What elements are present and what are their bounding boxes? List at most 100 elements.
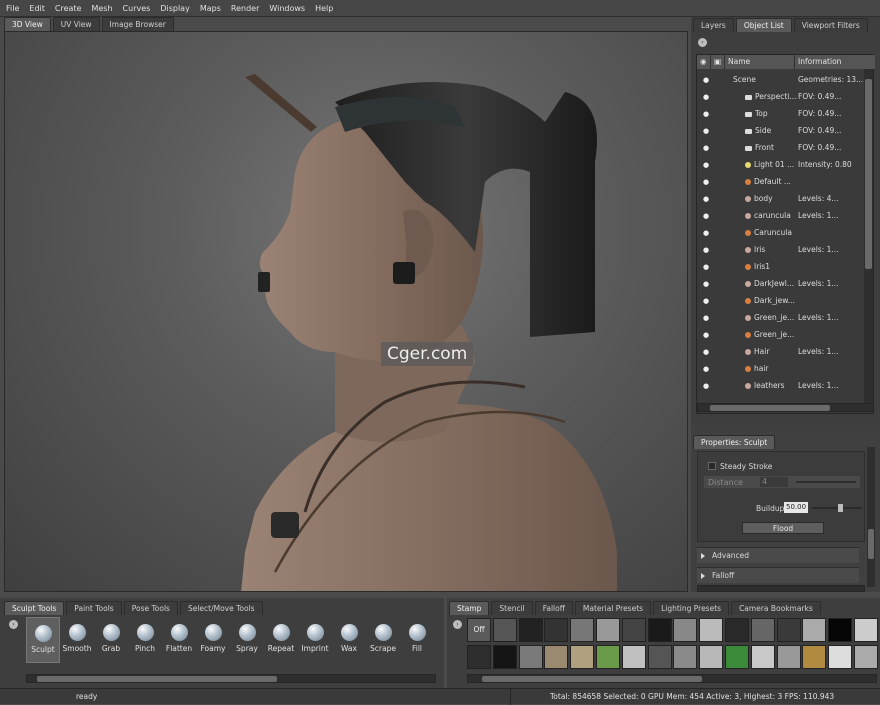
visibility-icon[interactable]: ●: [703, 178, 711, 186]
menu-render[interactable]: Render: [231, 4, 259, 13]
tools-hscrollbar[interactable]: [26, 674, 436, 683]
stamp-swatch[interactable]: [518, 618, 543, 642]
tab-material-presets[interactable]: Material Presets: [574, 601, 652, 615]
visibility-icon[interactable]: ●: [703, 348, 711, 356]
visibility-icon[interactable]: ●: [703, 144, 711, 152]
tool-foamy[interactable]: Foamy: [196, 617, 230, 663]
visibility-icon[interactable]: ●: [703, 297, 711, 305]
visibility-icon[interactable]: ●: [703, 331, 711, 339]
steady-stroke-checkbox[interactable]: [708, 462, 716, 470]
tab-stamp[interactable]: Stamp: [449, 601, 490, 615]
tab-falloff[interactable]: Falloff: [534, 601, 573, 615]
tool-wax[interactable]: Wax: [332, 617, 366, 663]
buildup-slider[interactable]: [812, 504, 862, 512]
object-list-row[interactable]: ● Front FOV: 0.49...: [697, 139, 863, 156]
tab-lighting-presets[interactable]: Lighting Presets: [653, 601, 730, 615]
properties-vscrollbar[interactable]: [867, 447, 875, 587]
tab-uv-view[interactable]: UV View: [52, 17, 100, 31]
tray-options-icon[interactable]: ›: [9, 620, 18, 629]
stamp-swatch[interactable]: [699, 618, 724, 642]
tab-sculpt-tools[interactable]: Sculpt Tools: [4, 601, 65, 615]
stamp-swatch[interactable]: [750, 618, 775, 642]
tab-select-move-tools[interactable]: Select/Move Tools: [179, 601, 263, 615]
buildup-field[interactable]: 50.00: [784, 502, 808, 513]
stamp-swatch[interactable]: [725, 618, 749, 642]
tool-scrape[interactable]: Scrape: [366, 617, 400, 663]
tab-3d-view[interactable]: 3D View: [4, 17, 51, 31]
menu-maps[interactable]: Maps: [200, 4, 221, 13]
object-list-row[interactable]: ● Green_je...: [697, 326, 863, 343]
stamp-swatch[interactable]: [647, 645, 672, 669]
stamp-hscrollbar[interactable]: [467, 674, 877, 683]
tool-grab[interactable]: Grab: [94, 617, 128, 663]
tab-layers[interactable]: Layers: [693, 18, 734, 32]
object-list-row[interactable]: ● Caruncula: [697, 224, 863, 241]
stamp-swatch[interactable]: [725, 645, 749, 669]
object-list-vscrollbar[interactable]: [864, 69, 873, 403]
stamp-swatch[interactable]: [544, 645, 569, 669]
object-list-row[interactable]: ● Scene Geometries: 13...: [697, 71, 863, 88]
menu-file[interactable]: File: [6, 4, 19, 13]
visibility-icon[interactable]: ●: [703, 212, 711, 220]
object-list-row[interactable]: ● Top FOV: 0.49...: [697, 105, 863, 122]
object-list-hscrollbar[interactable]: [697, 403, 874, 412]
object-list-row[interactable]: ● Hair Levels: 1...: [697, 343, 863, 360]
stamp-swatch[interactable]: [828, 618, 853, 642]
stamp-swatch[interactable]: [673, 645, 698, 669]
menu-windows[interactable]: Windows: [269, 4, 305, 13]
stamp-swatch[interactable]: [492, 618, 517, 642]
falloff-section[interactable]: Falloff: [697, 567, 859, 583]
tool-flatten[interactable]: Flatten: [162, 617, 196, 663]
hscroll-thumb[interactable]: [710, 405, 830, 411]
stamp-swatch[interactable]: [854, 618, 878, 642]
object-list-row[interactable]: ● Dark_jew...: [697, 292, 863, 309]
stamp-swatch[interactable]: [776, 645, 801, 669]
buildup-slider-handle[interactable]: [838, 504, 843, 512]
distance-slider[interactable]: [796, 481, 856, 483]
visibility-icon[interactable]: ●: [703, 229, 711, 237]
menu-mesh[interactable]: Mesh: [91, 4, 112, 13]
tools-scroll-thumb[interactable]: [37, 676, 277, 682]
visibility-icon[interactable]: ●: [703, 76, 711, 84]
stamp-swatch[interactable]: [750, 645, 775, 669]
column-name[interactable]: Name: [725, 55, 795, 69]
3d-viewport[interactable]: Cger.com: [4, 31, 688, 592]
tab-viewport-filters[interactable]: Viewport Filters: [793, 18, 868, 32]
stamp-swatch[interactable]: [544, 618, 569, 642]
menu-display[interactable]: Display: [160, 4, 190, 13]
visibility-icon[interactable]: ●: [703, 127, 711, 135]
tab-stencil[interactable]: Stencil: [491, 601, 533, 615]
stamp-swatch[interactable]: [492, 645, 517, 669]
visibility-icon[interactable]: ●: [703, 93, 711, 101]
stamp-swatch[interactable]: [467, 645, 491, 669]
tool-smooth[interactable]: Smooth: [60, 617, 94, 663]
stamp-swatch[interactable]: [776, 618, 801, 642]
stamp-swatch[interactable]: [518, 645, 543, 669]
object-list-row[interactable]: ● body Levels: 4...: [697, 190, 863, 207]
visibility-icon[interactable]: ●: [703, 161, 711, 169]
stamp-swatch[interactable]: [699, 645, 724, 669]
visibility-icon[interactable]: ●: [703, 246, 711, 254]
tab-paint-tools[interactable]: Paint Tools: [66, 601, 122, 615]
stamp-swatch[interactable]: [621, 618, 646, 642]
tab-properties-sculpt[interactable]: Properties: Sculpt: [693, 435, 776, 449]
object-list-row[interactable]: ● DarkJewl... Levels: 1...: [697, 275, 863, 292]
properties-hscrollbar[interactable]: [697, 585, 865, 592]
object-list-row[interactable]: ● Green_je... Levels: 1...: [697, 309, 863, 326]
stamp-options-icon[interactable]: ›: [453, 620, 462, 629]
visibility-icon[interactable]: ●: [703, 280, 711, 288]
stamp-off[interactable]: Off: [467, 618, 491, 642]
object-list-row[interactable]: ● Side FOV: 0.49...: [697, 122, 863, 139]
object-list-row[interactable]: ● hair: [697, 360, 863, 377]
stamp-swatch[interactable]: [596, 618, 620, 642]
menu-help[interactable]: Help: [315, 4, 333, 13]
tool-repeat[interactable]: Repeat: [264, 617, 298, 663]
object-list-row[interactable]: ● Iris1: [697, 258, 863, 275]
visibility-icon[interactable]: ●: [703, 365, 711, 373]
distance-field[interactable]: 4: [760, 477, 788, 487]
flood-button[interactable]: Flood: [742, 522, 824, 534]
visibility-icon[interactable]: ●: [703, 263, 711, 271]
menu-curves[interactable]: Curves: [123, 4, 151, 13]
lock-column-icon[interactable]: ▣: [711, 55, 725, 69]
object-list-row[interactable]: ● Iris Levels: 1...: [697, 241, 863, 258]
